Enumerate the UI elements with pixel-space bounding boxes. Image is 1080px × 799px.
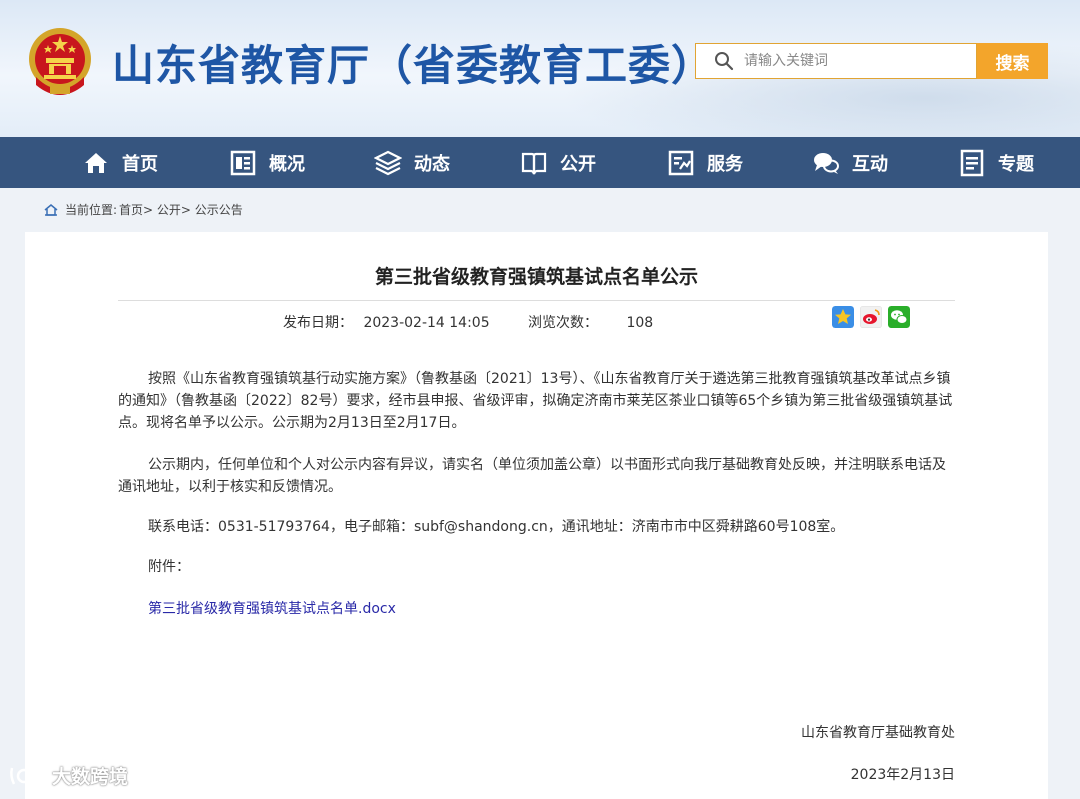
nav-item-interact[interactable]: 互动 (812, 137, 888, 188)
site-title[interactable]: 山东省教育厅（省委教育工委） (112, 32, 714, 93)
watermark-logo-icon (10, 767, 46, 785)
site-header: 山东省教育厅（省委教育工委） 搜索 (0, 0, 1080, 137)
watermark: 大数跨境 (8, 762, 128, 789)
nav-label: 公开 (560, 153, 596, 175)
nav-label: 首页 (122, 153, 158, 175)
publish-value: 2023-02-14 14:05 (363, 315, 490, 331)
nav-item-topic[interactable]: 专题 (958, 137, 1034, 188)
sign-date: 2023年2月13日 (850, 767, 955, 783)
main-nav: 首页 概况 动态 公开 服务 互动 专题 (0, 137, 1080, 188)
home-icon (44, 203, 58, 216)
search-input[interactable] (742, 52, 966, 70)
signature: 山东省教育厅基础教育处 (801, 725, 955, 741)
paragraph-4: 附件： (148, 559, 190, 575)
nav-label: 互动 (852, 153, 888, 175)
home-icon (85, 152, 107, 173)
views-label: 浏览次数： (528, 315, 598, 331)
paragraph-2: 公示期内，任何单位和个人对公示内容有异议，请实名（单位须加盖公章）以书面形式向我… (118, 457, 946, 495)
paragraph-3: 联系电话：0531-51793764，电子邮箱：subf@shandong.cn… (148, 519, 845, 535)
service-icon (668, 150, 694, 175)
watermark-text: 大数跨境 (52, 766, 129, 788)
view-count: 浏览次数： 108 (528, 312, 653, 332)
book-icon (521, 152, 547, 174)
nav-label: 服务 (707, 153, 743, 175)
article-panel: 第三批省级教育强镇筑基试点名单公示 发布日期： 2023-02-14 14:05… (25, 232, 1048, 799)
nav-item-service[interactable]: 服务 (667, 137, 743, 188)
chat-icon (814, 152, 839, 174)
overview-icon (230, 150, 256, 175)
breadcrumb-path[interactable]: 首页> 公开> 公示公告 (119, 201, 243, 218)
weibo-icon[interactable] (860, 306, 882, 328)
topic-icon (960, 149, 984, 176)
publish-date: 发布日期： 2023-02-14 14:05 (283, 312, 490, 332)
search-button[interactable]: 搜索 (977, 43, 1048, 79)
paragraph-1: 按照《山东省教育强镇筑基行动实施方案》（鲁教基函〔2021〕13号）、《山东省教… (118, 371, 953, 431)
nav-label: 专题 (998, 153, 1034, 175)
nav-label: 动态 (414, 153, 450, 175)
national-emblem-icon[interactable] (26, 25, 94, 99)
publish-label: 发布日期： (283, 315, 353, 331)
breadcrumb: 当前位置: 首页> 公开> 公示公告 (44, 201, 243, 218)
search-box[interactable] (695, 43, 977, 79)
views-value: 108 (626, 315, 654, 331)
attachment-link[interactable]: 第三批省级教育强镇筑基试点名单.docx (148, 598, 396, 618)
article-title: 第三批省级教育强镇筑基试点名单公示 (374, 266, 698, 288)
title-divider (118, 300, 955, 301)
wechat-icon[interactable] (888, 306, 910, 328)
favorite-icon[interactable] (832, 306, 854, 328)
breadcrumb-prefix: 当前位置: (65, 203, 118, 217)
nav-item-news[interactable]: 动态 (374, 137, 450, 188)
nav-item-overview[interactable]: 概况 (229, 137, 305, 188)
nav-item-open[interactable]: 公开 (520, 137, 596, 188)
nav-item-home[interactable]: 首页 (82, 137, 158, 188)
news-icon (374, 150, 402, 175)
search-icon (715, 52, 734, 71)
nav-label: 概况 (269, 153, 305, 175)
